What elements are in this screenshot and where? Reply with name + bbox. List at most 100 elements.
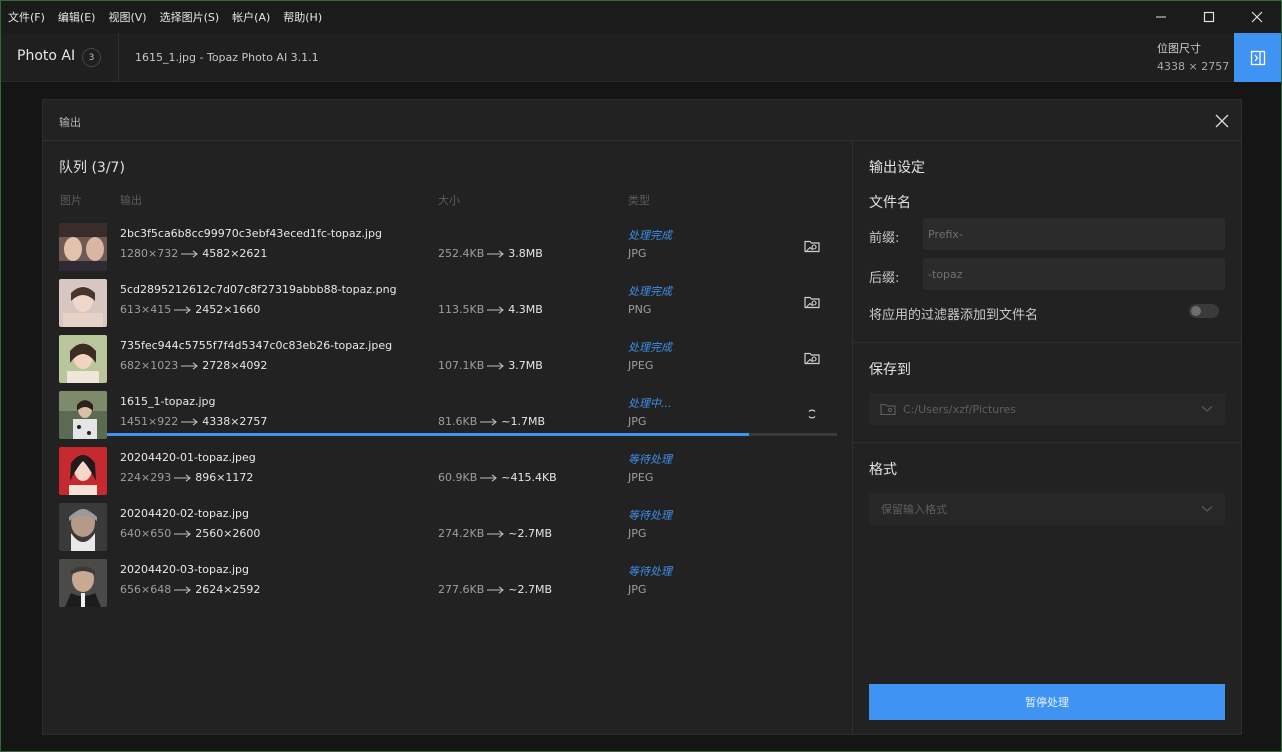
dimensions-from: 1451×922 xyxy=(120,415,179,428)
save-path-value: C:/Users/xzf/Pictures xyxy=(903,402,1017,416)
output-filename: 20204420-01-topaz.jpeg xyxy=(120,451,256,464)
menu-bar: 文件(F) 编辑(E) 视图(V) 选择图片(S) 帐户(A) 帮助(H) xyxy=(1,1,1281,33)
status-label: 处理完成 xyxy=(628,285,672,298)
file-size: 274.2KB ~2.7MB xyxy=(438,527,552,540)
dimensions: 640×650 2560×2600 xyxy=(120,527,260,540)
output-filename: 5cd2895212612c7d07c8f27319abbb88-topaz.p… xyxy=(120,283,397,296)
file-type: JPG xyxy=(628,247,647,260)
file-size: 252.4KB 3.8MB xyxy=(438,247,543,260)
queue-row[interactable]: 20204420-01-topaz.jpeg 224×293 896×1172 6… xyxy=(59,445,837,495)
thumbnail xyxy=(59,335,107,383)
column-header-output: 输出 xyxy=(120,194,142,207)
open-folder-image-icon[interactable] xyxy=(803,349,821,367)
thumbnail xyxy=(59,223,107,271)
file-size: 81.6KB ~1.7MB xyxy=(438,415,545,428)
status-label: 等待处理 xyxy=(628,453,672,466)
progress-bar xyxy=(107,433,837,436)
maximize-icon xyxy=(1203,11,1215,23)
dimensions-to: 4582×2621 xyxy=(202,247,268,260)
suffix-input[interactable]: -topaz xyxy=(923,258,1225,290)
queue-title: 队列 (3/7) xyxy=(59,160,125,176)
queue-row[interactable]: 1615_1-topaz.jpg 1451×922 4338×2757 81.6K… xyxy=(59,389,837,439)
column-header-type: 类型 xyxy=(628,194,650,207)
close-window-button[interactable] xyxy=(1233,1,1281,33)
arrow-right-icon xyxy=(174,586,192,594)
prefix-label: 前缀: xyxy=(869,231,900,246)
menu-select-image[interactable]: 选择图片(S) xyxy=(153,9,226,25)
app-name: Photo AI xyxy=(17,48,76,64)
menu-edit[interactable]: 编辑(E) xyxy=(51,9,102,25)
panel-toggle-button[interactable] xyxy=(1234,33,1281,82)
queue-row[interactable]: 2bc3f5ca6b8cc99970c3ebf43eced1fc-topaz.j… xyxy=(59,221,837,271)
size-to: ~2.7MB xyxy=(508,583,553,596)
menu-help[interactable]: 帮助(H) xyxy=(276,9,328,25)
arrow-right-icon xyxy=(181,250,199,258)
file-type: JPG xyxy=(628,415,647,428)
queue-row[interactable]: 735fec944c5755f7f4d5347c0c83eb26-topaz.j… xyxy=(59,333,837,383)
queue-row[interactable]: 20204420-03-topaz.jpg 656×648 2624×2592 2… xyxy=(59,557,837,607)
size-from: 252.4KB xyxy=(438,247,485,260)
thumbnail xyxy=(59,503,107,551)
file-size: 107.1KB 3.7MB xyxy=(438,359,543,372)
dimensions-to: 2624×2592 xyxy=(195,583,261,596)
file-type: JPEG xyxy=(628,471,654,484)
file-type: JPEG xyxy=(628,359,654,372)
chevron-down-icon xyxy=(1201,506,1213,512)
arrow-right-icon xyxy=(480,418,498,426)
format-select[interactable]: 保留输入格式 xyxy=(869,493,1225,525)
status-label: 处理中... xyxy=(628,397,672,410)
arrow-right-icon xyxy=(480,474,498,482)
image-size-value: 4338 × 2757 xyxy=(1157,60,1230,73)
image-count-badge: 3 xyxy=(82,48,101,67)
dimensions: 613×415 2452×1660 xyxy=(120,303,260,316)
status-label: 处理完成 xyxy=(628,341,672,354)
folder-icon xyxy=(880,403,896,416)
file-title: 1615_1.jpg - Topaz Photo AI 3.1.1 xyxy=(135,51,319,64)
dimensions-from: 682×1023 xyxy=(120,359,179,372)
open-folder-image-icon[interactable] xyxy=(803,293,821,311)
section-divider xyxy=(853,342,1241,343)
thumbnail xyxy=(59,391,107,439)
save-path-select[interactable]: C:/Users/xzf/Pictures xyxy=(869,393,1225,425)
size-to: ~415.4KB xyxy=(501,471,557,484)
status-label: 等待处理 xyxy=(628,509,672,522)
arrow-right-icon xyxy=(174,306,192,314)
dialog-close-button[interactable] xyxy=(1211,110,1233,132)
arrow-right-icon xyxy=(487,306,505,314)
dimensions-from: 1280×732 xyxy=(120,247,179,260)
thumbnail xyxy=(59,279,107,327)
header-divider xyxy=(118,33,119,82)
section-divider xyxy=(853,442,1241,443)
menu-account[interactable]: 帐户(A) xyxy=(225,9,276,25)
dimensions-from: 224×293 xyxy=(120,471,172,484)
append-filters-toggle[interactable] xyxy=(1189,304,1219,318)
size-to: ~1.7MB xyxy=(501,415,546,428)
arrow-right-icon xyxy=(181,362,199,370)
output-filename: 735fec944c5755f7f4d5347c0c83eb26-topaz.j… xyxy=(120,339,393,352)
pause-processing-button[interactable]: 暂停处理 xyxy=(869,684,1225,720)
maximize-button[interactable] xyxy=(1185,1,1233,33)
toggle-knob xyxy=(1191,306,1201,316)
dimensions: 656×648 2624×2592 xyxy=(120,583,260,596)
prefix-input[interactable]: Prefix- xyxy=(923,218,1225,250)
status-label: 等待处理 xyxy=(628,565,672,578)
menu-view[interactable]: 视图(V) xyxy=(101,9,152,25)
open-folder-image-icon[interactable] xyxy=(803,237,821,255)
file-size: 113.5KB 4.3MB xyxy=(438,303,543,316)
minimize-button[interactable] xyxy=(1137,1,1185,33)
size-from: 277.6KB xyxy=(438,583,485,596)
dimensions-to: 4338×2757 xyxy=(202,415,268,428)
progress-fill xyxy=(107,433,750,436)
file-size: 277.6KB ~2.7MB xyxy=(438,583,552,596)
side-panel-icon xyxy=(1250,50,1265,65)
app-window: 文件(F) 编辑(E) 视图(V) 选择图片(S) 帐户(A) 帮助(H) Ph… xyxy=(0,0,1282,752)
queue-row[interactable]: 5cd2895212612c7d07c8f27319abbb88-topaz.p… xyxy=(59,277,837,327)
chevron-down-icon xyxy=(1201,406,1213,412)
menu-file[interactable]: 文件(F) xyxy=(1,9,51,25)
dimensions-from: 613×415 xyxy=(120,303,172,316)
dimensions-from: 656×648 xyxy=(120,583,172,596)
save-to-heading: 保存到 xyxy=(869,362,911,378)
queue-row[interactable]: 20204420-02-topaz.jpg 640×650 2560×2600 2… xyxy=(59,501,837,551)
dimensions: 682×1023 2728×4092 xyxy=(120,359,267,372)
size-to: 3.8MB xyxy=(508,247,543,260)
